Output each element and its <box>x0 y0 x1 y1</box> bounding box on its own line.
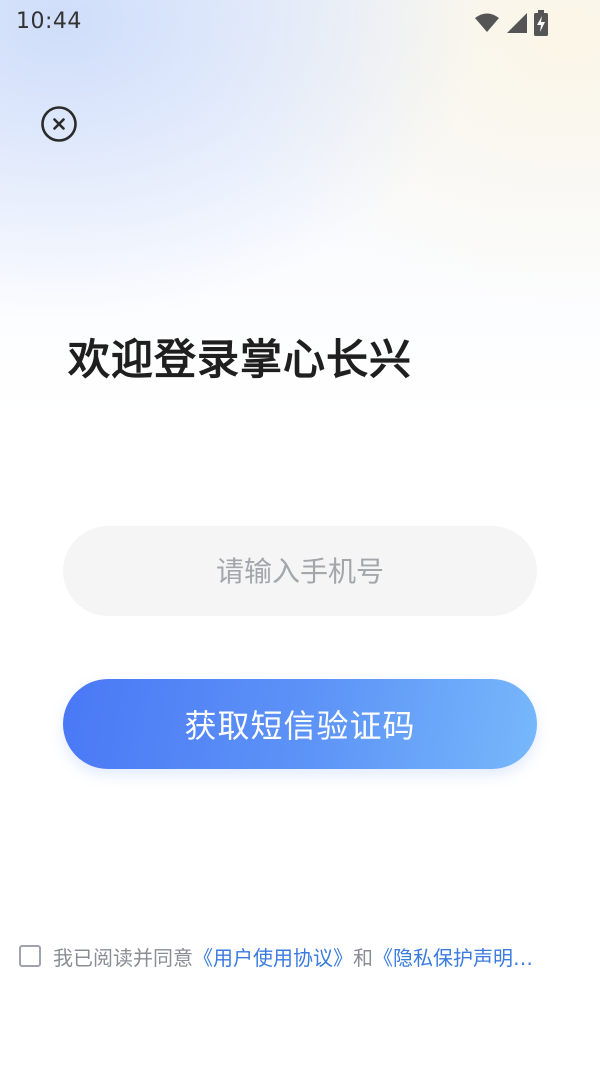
agreement-checkbox[interactable] <box>19 945 41 967</box>
get-sms-code-button[interactable]: 获取短信验证码 <box>63 679 537 769</box>
close-circle-icon <box>41 106 77 142</box>
page-title: 欢迎登录掌心长兴 <box>68 335 413 384</box>
agreement-conjunction-text: 和 <box>353 945 373 970</box>
status-icons <box>474 10 548 40</box>
status-time: 10:44 <box>16 9 82 34</box>
close-button[interactable] <box>40 105 78 143</box>
status-bar: 10:44 <box>0 0 600 48</box>
phone-number-input[interactable] <box>63 526 537 616</box>
wifi-icon <box>474 13 500 37</box>
agreement-row: 我已阅读并同意 《用户使用协议》 和 《隐私保护声明… <box>19 940 589 972</box>
privacy-statement-link[interactable]: 《隐私保护声明… <box>373 942 533 971</box>
cellular-signal-icon <box>506 12 528 38</box>
agreement-prefix-text: 我已阅读并同意 <box>53 945 193 970</box>
user-agreement-link[interactable]: 《用户使用协议》 <box>193 942 353 971</box>
battery-charging-icon <box>534 10 548 40</box>
